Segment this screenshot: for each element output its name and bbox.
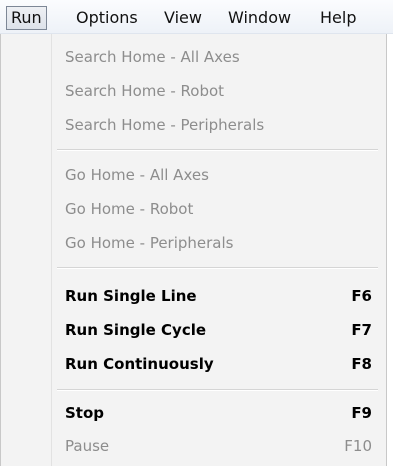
menu-item-shortcut: F10 — [344, 437, 372, 455]
menu-item-label: Search Home - All Axes — [65, 48, 240, 66]
menu-item-label: Search Home - Robot — [65, 82, 225, 100]
menu-separator — [57, 389, 378, 391]
menu-item-label: Pause — [65, 437, 110, 455]
app-window: Run Options View Window Help Search Home… — [0, 0, 393, 466]
menu-item-label: Go Home - Peripherals — [65, 234, 234, 252]
menu-item-shortcut: F7 — [351, 321, 372, 339]
menu-item-go-home-robot: Go Home - Robot — [65, 194, 372, 224]
menu-item-run-single-line[interactable]: Run Single Line F6 — [65, 281, 372, 311]
menu-item-shortcut: F9 — [351, 404, 372, 422]
menu-item-search-home-peripherals: Search Home - Peripherals — [65, 110, 372, 140]
menu-item-go-home-peripherals: Go Home - Peripherals — [65, 228, 372, 258]
menu-item-label: Stop — [65, 404, 105, 422]
menu-item-label: Run Continuously — [65, 355, 214, 373]
menu-item-label: Go Home - All Axes — [65, 166, 209, 184]
menu-item-pause: Pause F10 — [65, 431, 372, 461]
menu-view[interactable]: View — [164, 6, 202, 30]
menu-icon-gutter — [1, 34, 52, 466]
menu-item-label: Go Home - Robot — [65, 200, 194, 218]
menu-item-label: Run Single Line — [65, 287, 197, 305]
menu-window[interactable]: Window — [228, 6, 291, 30]
run-menu-dropdown: Search Home - All Axes Search Home - Rob… — [0, 34, 387, 466]
menu-separator — [57, 267, 378, 269]
menu-item-search-home-all-axes: Search Home - All Axes — [65, 42, 372, 72]
menu-item-shortcut: F8 — [351, 355, 372, 373]
menu-help[interactable]: Help — [320, 6, 356, 30]
menu-options[interactable]: Options — [76, 6, 138, 30]
menu-bar: Run Options View Window Help — [0, 0, 393, 34]
menu-item-go-home-all-axes: Go Home - All Axes — [65, 160, 372, 190]
menu-item-label: Run Single Cycle — [65, 321, 207, 339]
menu-item-stop[interactable]: Stop F9 — [65, 398, 372, 428]
menu-item-run-single-cycle[interactable]: Run Single Cycle F7 — [65, 315, 372, 345]
menu-run[interactable]: Run — [6, 6, 47, 30]
menu-item-search-home-robot: Search Home - Robot — [65, 76, 372, 106]
menu-separator — [57, 149, 378, 151]
menu-item-label: Search Home - Peripherals — [65, 116, 265, 134]
menu-item-shortcut: F6 — [351, 287, 372, 305]
menu-item-run-continuously[interactable]: Run Continuously F8 — [65, 349, 372, 379]
